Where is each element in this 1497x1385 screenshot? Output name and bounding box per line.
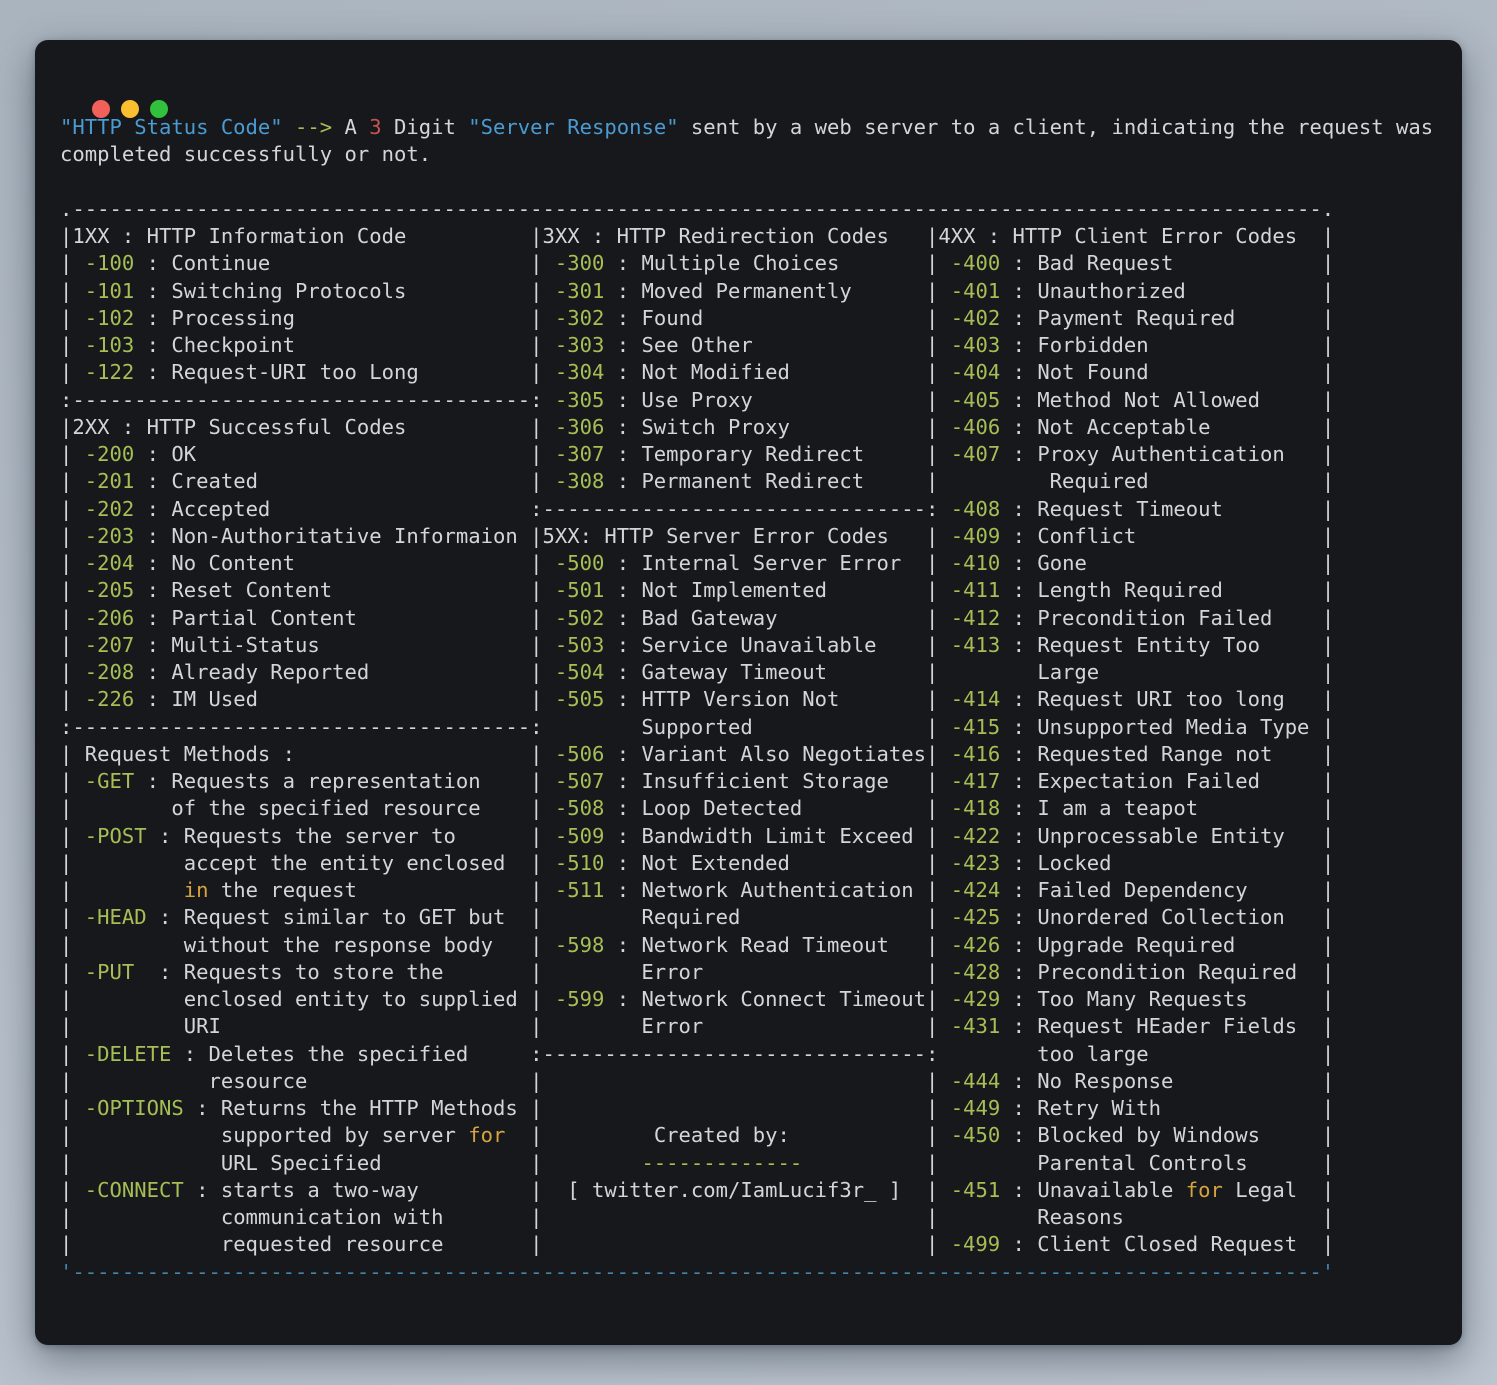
terminal-line: | requested resource | | -499 : Client C…	[60, 1231, 1442, 1258]
terminal-line: "HTTP Status Code" --> A 3 Digit "Server…	[60, 114, 1442, 141]
terminal-line: | of the specified resource | -508 : Loo…	[60, 795, 1442, 822]
terminal-line: | -200 : OK | -307 : Temporary Redirect …	[60, 441, 1442, 468]
terminal-line: | in the request | -511 : Network Authen…	[60, 877, 1442, 904]
terminal-line: | -205 : Reset Content | -501 : Not Impl…	[60, 577, 1442, 604]
desktop: { "palette":{ "d":"#d3d5d7", "g":"#a6bf5…	[0, 0, 1497, 1385]
terminal-line: |2XX : HTTP Successful Codes | -306 : Sw…	[60, 414, 1442, 441]
terminal-line: | -208 : Already Reported | -504 : Gatew…	[60, 659, 1442, 686]
terminal-line: | without the response body | -598 : Net…	[60, 932, 1442, 959]
terminal-line: | -207 : Multi-Status | -503 : Service U…	[60, 632, 1442, 659]
terminal-line: | -203 : Non-Authoritative Informaion |5…	[60, 523, 1442, 550]
terminal-line: .---------------------------------------…	[60, 196, 1442, 223]
terminal-line: | supported by server for | Created by: …	[60, 1122, 1442, 1149]
terminal-line: | enclosed entity to supplied | -599 : N…	[60, 986, 1442, 1013]
terminal-line: |1XX : HTTP Information Code |3XX : HTTP…	[60, 223, 1442, 250]
terminal-line: | -201 : Created | -308 : Permanent Redi…	[60, 468, 1442, 495]
titlebar[interactable]	[35, 40, 1462, 98]
terminal-line: | -PUT : Requests to store the | Error |…	[60, 959, 1442, 986]
terminal-line: | -POST : Requests the server to | -509 …	[60, 823, 1442, 850]
terminal-line: | -103 : Checkpoint | -303 : See Other |…	[60, 332, 1442, 359]
terminal-line: :-------------------------------------: …	[60, 714, 1442, 741]
terminal-line: | communication with | | Reasons |	[60, 1204, 1442, 1231]
terminal-line: | accept the entity enclosed | -510 : No…	[60, 850, 1442, 877]
terminal-line: | -204 : No Content | -500 : Internal Se…	[60, 550, 1442, 577]
terminal-window: "HTTP Status Code" --> A 3 Digit "Server…	[35, 40, 1462, 1345]
terminal-line: | Request Methods : | -506 : Variant Als…	[60, 741, 1442, 768]
terminal-line: | -202 : Accepted :---------------------…	[60, 496, 1442, 523]
terminal-line: | -101 : Switching Protocols | -301 : Mo…	[60, 278, 1442, 305]
terminal-line: | -CONNECT : starts a two-way | [ twitte…	[60, 1177, 1442, 1204]
terminal-line: completed successfully or not.	[60, 141, 1442, 168]
terminal-line: | URI | Error | -431 : Request HEader Fi…	[60, 1013, 1442, 1040]
terminal-line: | -HEAD : Request similar to GET but | R…	[60, 904, 1442, 931]
terminal-line: | resource | | -444 : No Response |	[60, 1068, 1442, 1095]
terminal-line: :-------------------------------------: …	[60, 387, 1442, 414]
terminal-line: | -102 : Processing | -302 : Found | -40…	[60, 305, 1442, 332]
terminal-line: | -226 : IM Used | -505 : HTTP Version N…	[60, 686, 1442, 713]
terminal-line: | URL Specified | ------------- | Parent…	[60, 1150, 1442, 1177]
terminal-line: | -206 : Partial Content | -502 : Bad Ga…	[60, 605, 1442, 632]
terminal-output: "HTTP Status Code" --> A 3 Digit "Server…	[60, 114, 1442, 1325]
terminal-line: '---------------------------------------…	[60, 1259, 1442, 1286]
terminal-line: | -122 : Request-URI too Long | -304 : N…	[60, 359, 1442, 386]
terminal-line: | -DELETE : Deletes the specified :-----…	[60, 1041, 1442, 1068]
terminal-line: | -100 : Continue | -300 : Multiple Choi…	[60, 250, 1442, 277]
terminal-line	[60, 169, 1442, 196]
terminal-line: | -OPTIONS : Returns the HTTP Methods | …	[60, 1095, 1442, 1122]
terminal-line: | -GET : Requests a representation | -50…	[60, 768, 1442, 795]
